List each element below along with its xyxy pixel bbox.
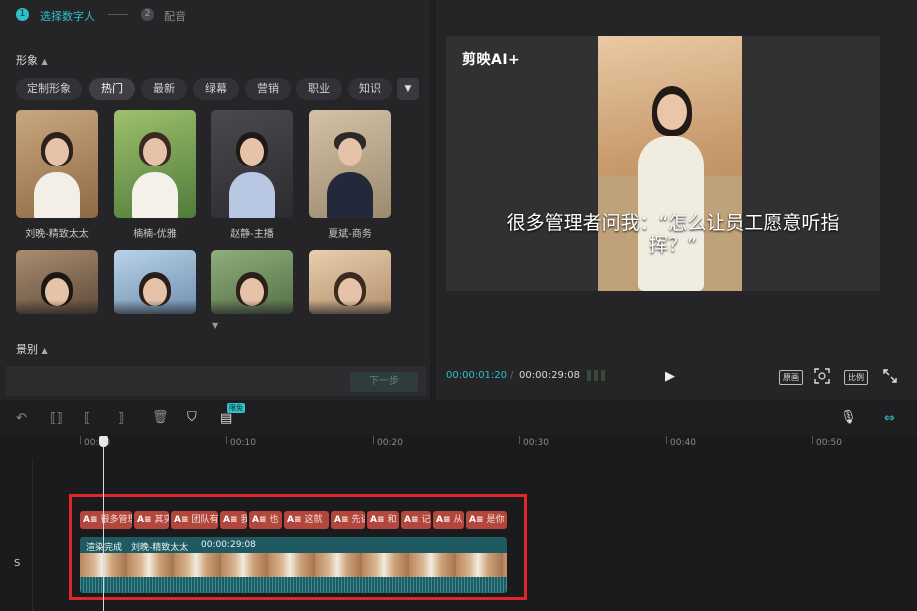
time-separator: / — [510, 370, 514, 381]
ruler-label-2: 00:20 — [377, 438, 403, 448]
next-button[interactable]: 下一步 — [350, 372, 418, 392]
avatar-card-2[interactable] — [114, 110, 196, 218]
shield-icon[interactable]: ⛉ — [187, 410, 197, 425]
collapse-up-icon: ▲ — [41, 57, 48, 66]
appearance-title-text: 形象 — [16, 54, 38, 67]
aspect-ratio-button[interactable]: 比例 — [844, 370, 868, 385]
chip-dropdown-icon[interactable]: ▼ — [397, 78, 419, 100]
ruler-tick — [519, 436, 520, 444]
free-badge: 限免 — [227, 403, 245, 413]
chip-hot[interactable]: 热门 — [89, 78, 135, 100]
preview-subtitle: 很多管理者问我：“怎么让员工愿意听指挥？” — [506, 212, 840, 256]
avatar-label-3: 赵静-主播 — [230, 229, 274, 240]
ruler-label-4: 00:40 — [670, 438, 696, 448]
ruler-tick — [812, 436, 813, 444]
current-time: 00:00:01:20 — [446, 370, 508, 381]
microphone-icon[interactable]: 🎙 — [840, 410, 857, 425]
ai-script-icon[interactable]: ▤ — [220, 411, 232, 426]
scene-title-text: 景别 — [16, 343, 38, 356]
step-divider — [108, 14, 128, 15]
fullscreen-icon[interactable] — [882, 368, 898, 384]
split-icon[interactable]: ⟦⟧ — [50, 411, 63, 426]
ruler-tick — [666, 436, 667, 444]
playhead-line[interactable] — [103, 444, 104, 611]
link-toggle-icon[interactable]: ⇔ — [884, 411, 895, 426]
step-2-label[interactable]: 配音 — [164, 8, 186, 24]
step-1-badge: 1 — [16, 8, 29, 21]
split-right-icon[interactable]: ⟧ — [118, 411, 124, 426]
expand-down-icon[interactable]: ▼ — [212, 321, 218, 330]
chip-knowledge[interactable]: 知识 — [348, 78, 392, 100]
step-2-badge: 2 — [141, 8, 154, 21]
step-1-label[interactable]: 选择数字人 — [40, 8, 95, 24]
ruler-label-5: 00:50 — [816, 438, 842, 448]
ruler-tick — [373, 436, 374, 444]
split-left-icon[interactable]: ⟦ — [84, 411, 90, 426]
timeline-toolbar: ↶ ⟦⟧ ⟦ ⟧ 🗑 ⛉ ▤ 限免 🎙 ⇔ — [0, 403, 917, 435]
chip-career[interactable]: 职业 — [296, 78, 342, 100]
avatar-label-1: 刘晚-精致太太 — [25, 229, 89, 240]
ai-logo: 剪映AI+ — [462, 52, 521, 68]
avatar-card-3[interactable] — [211, 110, 293, 218]
avatar-label-4: 夏斌-商务 — [328, 229, 372, 240]
total-time: 00:00:29:08 — [519, 370, 581, 381]
playhead-handle[interactable] — [99, 436, 108, 447]
avatar-label-2: 楠楠-优雅 — [133, 229, 177, 240]
chip-greenscreen[interactable]: 绿幕 — [193, 78, 239, 100]
highlight-box — [69, 494, 527, 600]
chip-latest[interactable]: 最新 — [141, 78, 187, 100]
play-icon[interactable]: ▶ — [665, 369, 675, 384]
fit-screen-icon[interactable] — [814, 368, 830, 384]
avatar-selection-panel: 1 选择数字人 2 配音 形象 ▲ 定制形象 热门 最新 绿幕 营销 职业 知识… — [0, 0, 430, 400]
ruler-label-1: 00:10 — [230, 438, 256, 448]
delete-icon[interactable]: 🗑 — [152, 410, 169, 425]
appearance-section-title[interactable]: 形象 ▲ — [16, 52, 48, 68]
chip-custom[interactable]: 定制形象 — [16, 78, 82, 100]
avatar-card-1[interactable] — [16, 110, 98, 218]
presenter-face — [657, 94, 687, 130]
original-quality-button[interactable]: 原画 — [779, 370, 803, 385]
collapse-up-icon: ▲ — [41, 346, 48, 355]
audio-meter-icon — [587, 370, 607, 381]
track-header-divider — [32, 458, 33, 611]
track-label: S — [14, 558, 21, 569]
avatar-card-4[interactable] — [309, 110, 391, 218]
ruler-label-3: 00:30 — [523, 438, 549, 448]
undo-icon[interactable]: ↶ — [16, 411, 27, 426]
chip-marketing[interactable]: 营销 — [245, 78, 291, 100]
scene-section-title[interactable]: 景别 ▲ — [16, 341, 48, 357]
ruler-tick — [226, 436, 227, 444]
fade-overlay — [0, 300, 430, 320]
ruler-tick — [80, 436, 81, 444]
preview-panel: 剪映AI+ 很多管理者问我：“怎么让员工愿意听指挥？” 00:00:01:20 … — [436, 0, 917, 400]
